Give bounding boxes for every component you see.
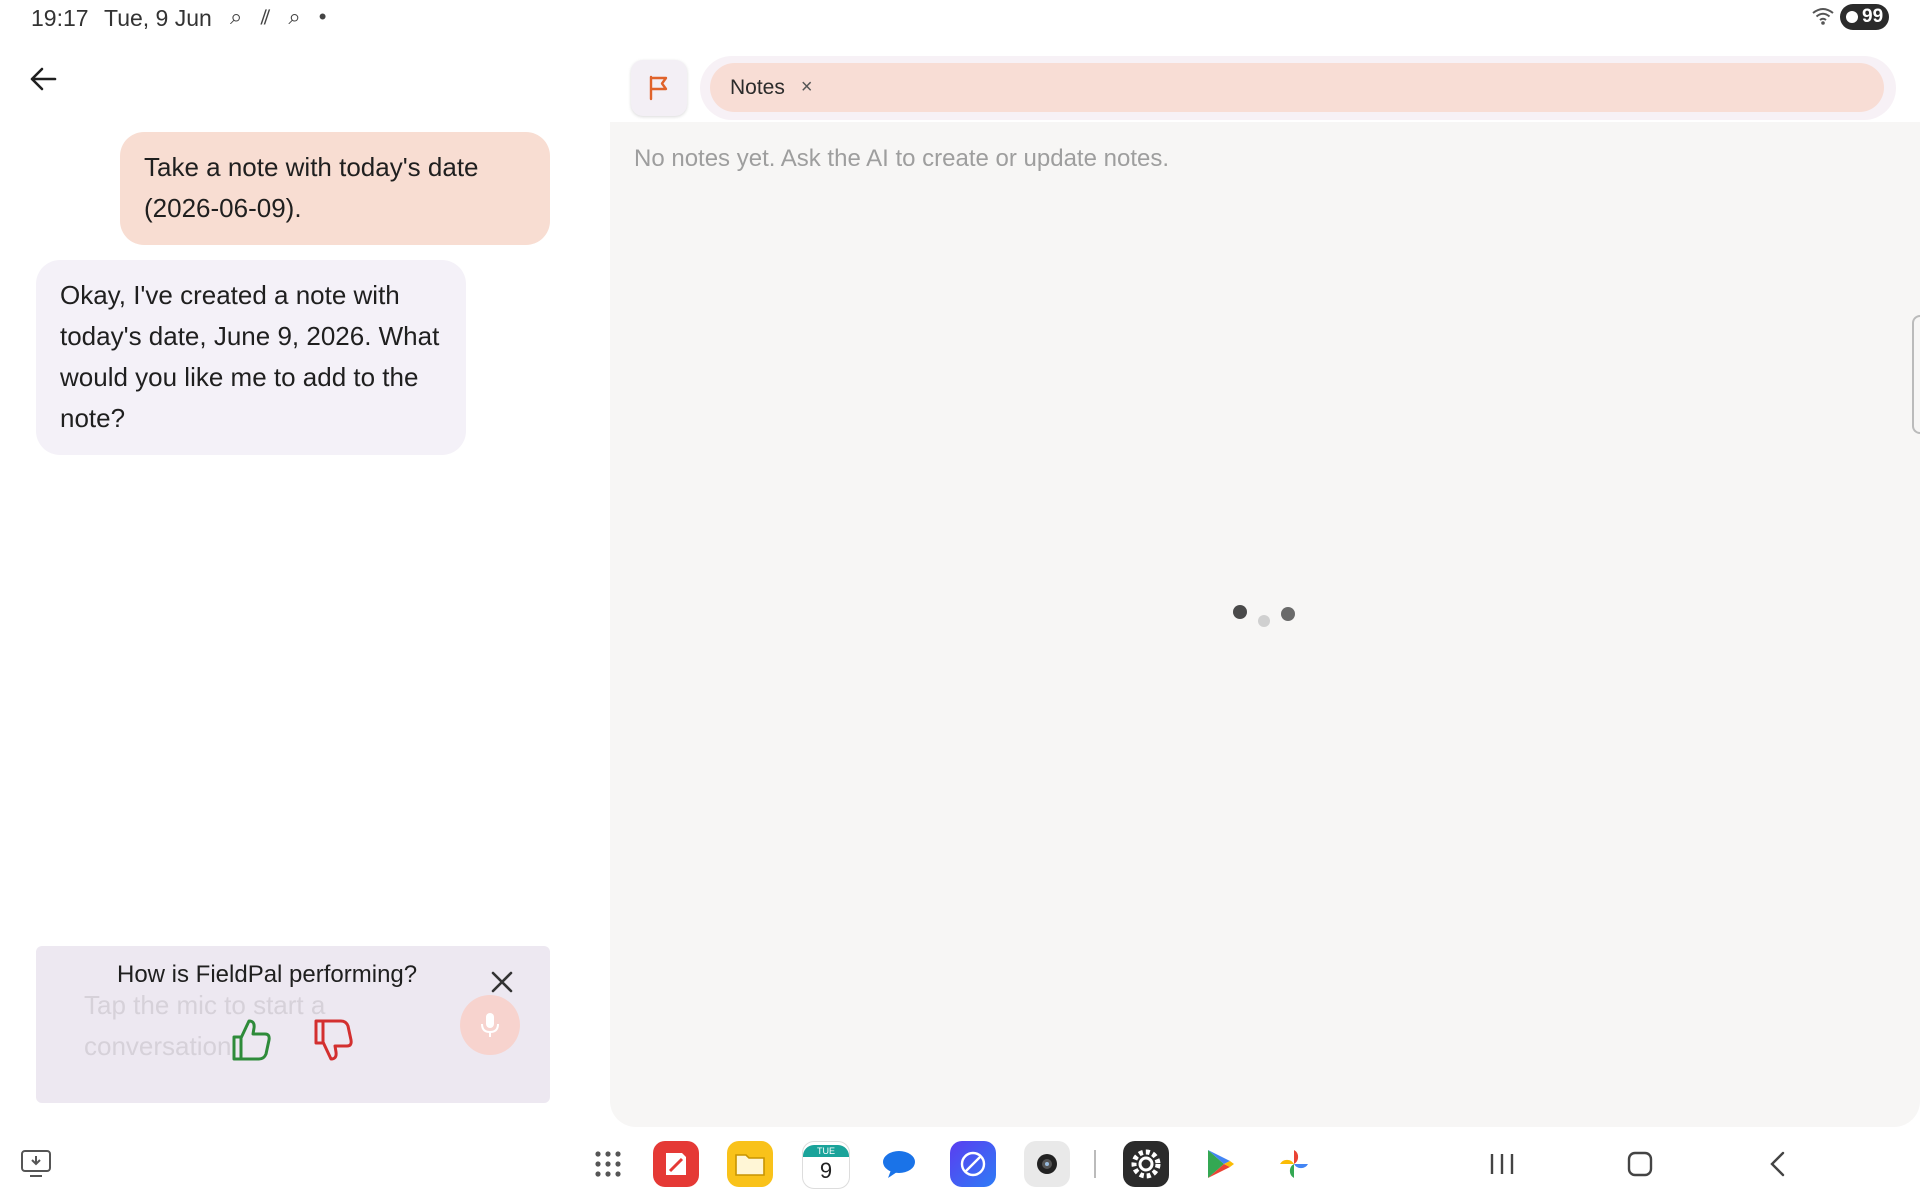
- mic-icon: [481, 1013, 499, 1037]
- back-button[interactable]: [22, 58, 64, 100]
- calendar-day-abbr: TUE: [803, 1145, 849, 1157]
- app-drawer-button[interactable]: [593, 1149, 623, 1179]
- notification-icons: ⌕ ⫽ ⌕ •: [230, 4, 333, 29]
- dock-app-photos[interactable]: [1271, 1141, 1317, 1187]
- feedback-title: How is FieldPal performing?: [117, 961, 418, 988]
- thumbs-down-button[interactable]: [308, 1015, 358, 1065]
- panel-resize-handle[interactable]: [1912, 315, 1920, 434]
- status-time: 19:17: [31, 5, 89, 31]
- folder-icon: [735, 1154, 765, 1176]
- status-bar: 19:17 Tue, 9 Jun ⌕ ⫽ ⌕ • 99: [0, 0, 1920, 36]
- battery-level: 99: [1862, 6, 1884, 27]
- home-button[interactable]: [1620, 1146, 1660, 1182]
- dock-app-files[interactable]: [727, 1141, 773, 1187]
- user-message-bubble: Take a note with today's date (2026-06-0…: [120, 132, 550, 245]
- loader-dot: [1281, 607, 1295, 621]
- arrow-left-icon: [30, 67, 57, 91]
- calendar-day-num: 9: [819, 1158, 833, 1183]
- tab-notes[interactable]: Notes ×: [710, 63, 1884, 112]
- flag-icon: [649, 75, 668, 101]
- notes-empty-message: No notes yet. Ask the AI to create or up…: [634, 145, 1169, 172]
- home-icon: [1627, 1151, 1653, 1177]
- tab-notes-label: Notes: [730, 75, 785, 99]
- dock-app-notes[interactable]: [653, 1141, 699, 1187]
- loading-indicator: [1233, 605, 1295, 635]
- thumbs-up-button[interactable]: [226, 1015, 276, 1065]
- close-icon: [491, 971, 513, 993]
- chat-bubble-icon: [883, 1151, 915, 1178]
- screen-recorder-icon[interactable]: [20, 1149, 52, 1179]
- wifi-icon: [1812, 6, 1834, 31]
- mic-button[interactable]: [460, 995, 520, 1055]
- dock-app-messages[interactable]: [876, 1141, 922, 1187]
- dock-app-play-store[interactable]: [1197, 1141, 1243, 1187]
- dock-app-browser[interactable]: [950, 1141, 996, 1187]
- notes-app-icon: [666, 1153, 686, 1175]
- dock-app-calendar[interactable]: TUE 9: [802, 1141, 850, 1189]
- loader-dot: [1233, 605, 1247, 619]
- loader-dot: [1258, 615, 1270, 627]
- grid-icon: [595, 1151, 621, 1177]
- dock-divider: [1094, 1150, 1096, 1178]
- feedback-close-button[interactable]: [485, 965, 519, 999]
- ai-message-bubble: Okay, I've created a note with today's d…: [36, 260, 466, 455]
- gear-icon: [1131, 1149, 1161, 1179]
- thumbs-up-icon: [232, 1019, 271, 1061]
- recents-icon: [1490, 1154, 1514, 1174]
- chevron-left-icon: [1770, 1151, 1785, 1177]
- battery-indicator: 99: [1840, 4, 1890, 30]
- status-date: Tue, 9 Jun: [104, 5, 212, 31]
- pinwheel-icon: [1280, 1150, 1308, 1178]
- browser-icon: [960, 1151, 986, 1177]
- nav-back-button[interactable]: [1757, 1146, 1797, 1182]
- dock-app-settings[interactable]: [1123, 1141, 1169, 1187]
- play-store-icon: [1208, 1150, 1234, 1178]
- battery-icon: [1846, 11, 1858, 23]
- flag-button[interactable]: [631, 60, 687, 116]
- thumbs-down-icon: [314, 1019, 353, 1061]
- dock-app-camera[interactable]: [1024, 1141, 1070, 1187]
- recent-apps-button[interactable]: [1482, 1146, 1522, 1182]
- tab-notes-close-icon[interactable]: ×: [801, 76, 813, 99]
- camera-icon: [1037, 1154, 1057, 1174]
